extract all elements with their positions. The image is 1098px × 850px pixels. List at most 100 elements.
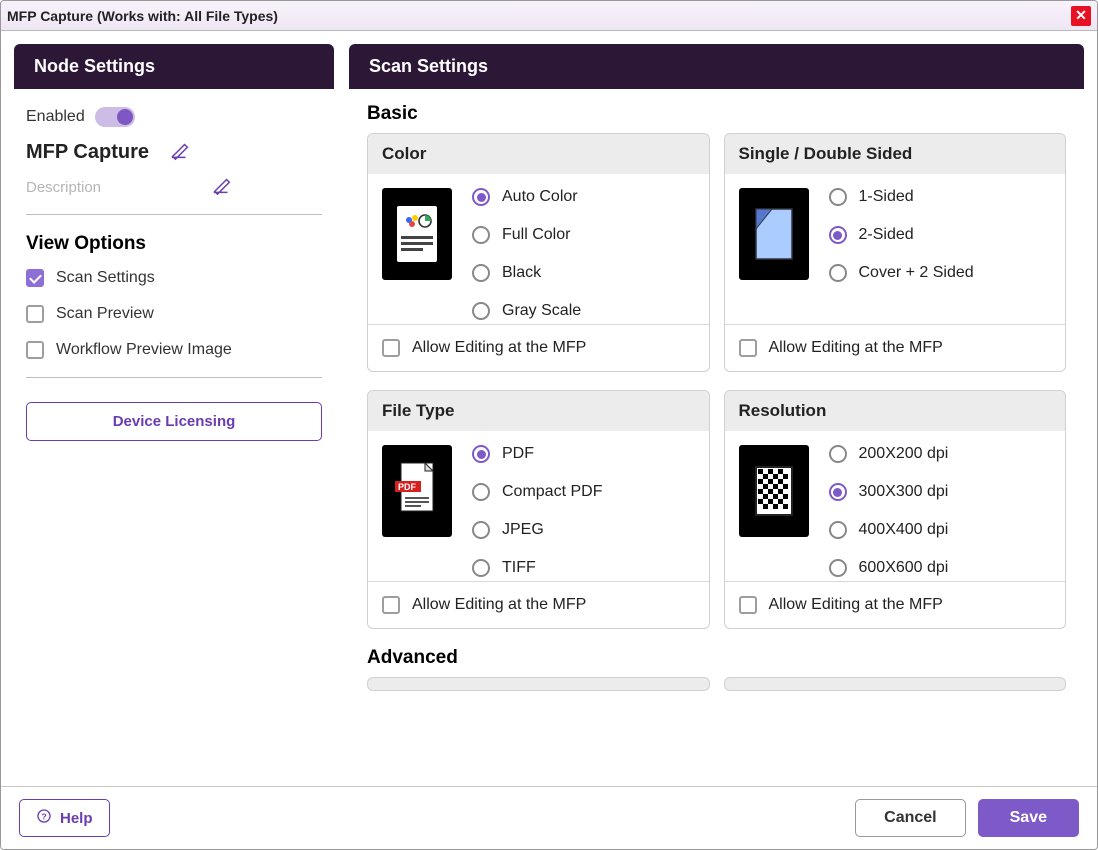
view-option-label: Workflow Preview Image	[56, 341, 232, 359]
radio-icon	[829, 188, 847, 206]
checkbox-icon	[739, 596, 757, 614]
allow-edit-label: Allow Editing at the MFP	[769, 596, 943, 614]
sides-card: Single / Double Sided 1-Sided 2-Sided Co…	[724, 133, 1067, 372]
view-option-label: Scan Settings	[56, 269, 155, 287]
radio-label: 2-Sided	[859, 226, 914, 244]
checkbox-icon	[26, 341, 44, 359]
help-button[interactable]: ? Help	[19, 799, 110, 837]
node-settings-body: Enabled MFP Capture Description	[14, 89, 334, 459]
radio-label: 600X600 dpi	[859, 559, 949, 577]
save-button[interactable]: Save	[978, 799, 1079, 837]
sides-card-body: 1-Sided 2-Sided Cover + 2 Sided	[725, 174, 1066, 324]
view-option-scan-settings[interactable]: Scan Settings	[26, 269, 322, 287]
toggle-knob	[117, 109, 133, 125]
radio-label: Black	[502, 264, 541, 282]
file-type-card: File Type PDF PDF Compact PDF JPEG TIFF	[367, 390, 710, 629]
description-placeholder[interactable]: Description	[26, 179, 101, 196]
checkbox-icon	[382, 339, 400, 357]
color-allow-edit-row[interactable]: Allow Editing at the MFP	[368, 324, 709, 371]
edit-name-icon[interactable]	[169, 139, 191, 166]
titlebar: MFP Capture (Works with: All File Types)…	[1, 1, 1097, 31]
radio-200-dpi[interactable]: 200X200 dpi	[829, 445, 949, 463]
radio-compact-pdf[interactable]: Compact PDF	[472, 483, 602, 501]
resolution-allow-edit-row[interactable]: Allow Editing at the MFP	[725, 581, 1066, 628]
basic-row-1: Color Auto Color Full Color Black Gray S…	[367, 133, 1066, 372]
dialog-body: Node Settings Enabled MFP Capture Descri…	[1, 31, 1097, 786]
allow-edit-label: Allow Editing at the MFP	[412, 339, 586, 357]
help-label: Help	[60, 810, 93, 827]
radio-icon	[472, 483, 490, 501]
radio-label: 200X200 dpi	[859, 445, 949, 463]
radio-label: TIFF	[502, 559, 536, 577]
resolution-card-title: Resolution	[725, 391, 1066, 431]
node-name-text: MFP Capture	[26, 141, 149, 164]
allow-edit-label: Allow Editing at the MFP	[412, 596, 586, 614]
radio-icon	[829, 483, 847, 501]
radio-label: Gray Scale	[502, 302, 581, 320]
advanced-card-peek	[367, 677, 710, 691]
basic-row-2: File Type PDF PDF Compact PDF JPEG TIFF	[367, 390, 1066, 629]
view-option-scan-preview[interactable]: Scan Preview	[26, 305, 322, 323]
checkbox-icon	[26, 305, 44, 323]
radio-auto-color[interactable]: Auto Color	[472, 188, 581, 206]
node-settings-header: Node Settings	[14, 44, 334, 89]
file-type-allow-edit-row[interactable]: Allow Editing at the MFP	[368, 581, 709, 628]
color-options: Auto Color Full Color Black Gray Scale	[472, 188, 581, 320]
edit-description-icon[interactable]	[211, 174, 233, 200]
checkbox-icon	[26, 269, 44, 287]
radio-icon	[829, 445, 847, 463]
advanced-card-peek	[724, 677, 1067, 691]
radio-cover-2-sided[interactable]: Cover + 2 Sided	[829, 264, 974, 282]
radio-icon	[472, 188, 490, 206]
resolution-options: 200X200 dpi 300X300 dpi 400X400 dpi 600X…	[829, 445, 949, 577]
radio-600-dpi[interactable]: 600X600 dpi	[829, 559, 949, 577]
radio-label: Compact PDF	[502, 483, 602, 501]
radio-icon	[472, 559, 490, 577]
radio-full-color[interactable]: Full Color	[472, 226, 581, 244]
radio-icon	[472, 445, 490, 463]
file-type-options: PDF Compact PDF JPEG TIFF	[472, 445, 602, 577]
radio-black[interactable]: Black	[472, 264, 581, 282]
enabled-row: Enabled	[26, 107, 322, 127]
view-option-workflow-preview-image[interactable]: Workflow Preview Image	[26, 341, 322, 359]
checkbox-icon	[382, 596, 400, 614]
device-licensing-button[interactable]: Device Licensing	[26, 402, 322, 441]
file-type-card-title: File Type	[368, 391, 709, 431]
file-type-thumbnail-icon: PDF	[382, 445, 452, 537]
radio-icon	[829, 559, 847, 577]
enabled-toggle[interactable]	[95, 107, 135, 127]
cancel-button[interactable]: Cancel	[855, 799, 965, 837]
radio-400-dpi[interactable]: 400X400 dpi	[829, 521, 949, 539]
radio-300-dpi[interactable]: 300X300 dpi	[829, 483, 949, 501]
sides-thumbnail-icon	[739, 188, 809, 280]
color-card: Color Auto Color Full Color Black Gray S…	[367, 133, 710, 372]
radio-1-sided[interactable]: 1-Sided	[829, 188, 974, 206]
node-name-row: MFP Capture	[26, 139, 322, 166]
color-card-title: Color	[368, 134, 709, 174]
scan-settings-header: Scan Settings	[349, 44, 1084, 89]
dialog-footer: ? Help Cancel Save	[1, 786, 1097, 849]
radio-jpeg[interactable]: JPEG	[472, 521, 602, 539]
allow-edit-label: Allow Editing at the MFP	[769, 339, 943, 357]
radio-tiff[interactable]: TIFF	[472, 559, 602, 577]
radio-icon	[472, 264, 490, 282]
sides-card-title: Single / Double Sided	[725, 134, 1066, 174]
radio-2-sided[interactable]: 2-Sided	[829, 226, 974, 244]
radio-label: Auto Color	[502, 188, 578, 206]
checkbox-icon	[739, 339, 757, 357]
resolution-card-body: 200X200 dpi 300X300 dpi 400X400 dpi 600X…	[725, 431, 1066, 581]
sides-options: 1-Sided 2-Sided Cover + 2 Sided	[829, 188, 974, 320]
close-icon[interactable]: ✕	[1071, 6, 1091, 26]
scan-settings-body: Basic Color Auto Color Full Color	[349, 89, 1084, 786]
view-option-label: Scan Preview	[56, 305, 154, 323]
radio-pdf[interactable]: PDF	[472, 445, 602, 463]
radio-label: PDF	[502, 445, 534, 463]
radio-label: Cover + 2 Sided	[859, 264, 974, 282]
enabled-label: Enabled	[26, 108, 85, 126]
color-card-body: Auto Color Full Color Black Gray Scale	[368, 174, 709, 324]
sides-allow-edit-row[interactable]: Allow Editing at the MFP	[725, 324, 1066, 371]
radio-icon	[829, 226, 847, 244]
radio-gray-scale[interactable]: Gray Scale	[472, 302, 581, 320]
divider	[26, 214, 322, 215]
resolution-thumbnail-icon	[739, 445, 809, 537]
